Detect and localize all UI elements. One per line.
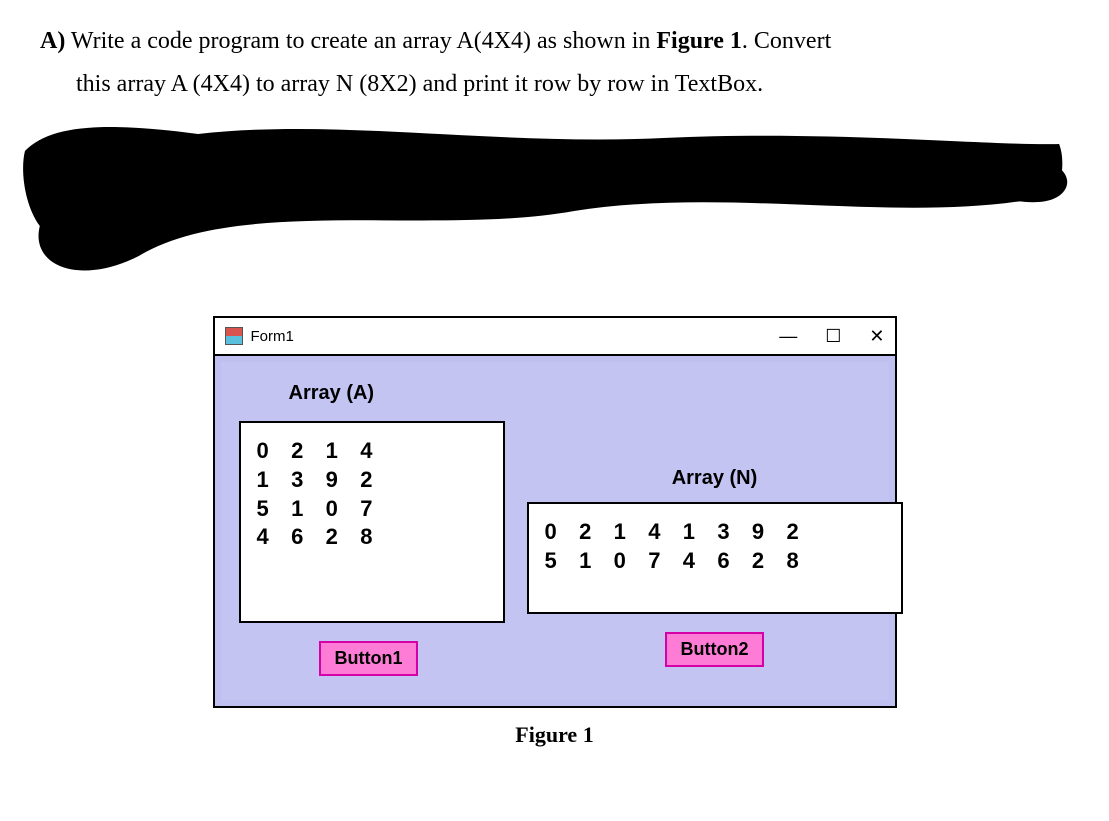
textbox-array-n[interactable]: 0 2 1 4 1 3 9 2 5 1 0 7 4 6 2 8: [527, 502, 903, 614]
question-line1-after: . Convert: [742, 28, 831, 54]
question-text: A) Write a code program to create an arr…: [40, 20, 1069, 106]
array-a-label: Array (A): [289, 382, 871, 405]
question-label: A): [40, 28, 65, 54]
window-title: Form1: [251, 328, 294, 345]
minimize-icon[interactable]: —: [779, 327, 797, 345]
redacted-area: [20, 116, 1069, 286]
question-line1-before: Write a code program to create an array …: [65, 28, 656, 54]
close-icon[interactable]: ✕: [869, 327, 884, 345]
figure-caption: Figure 1: [515, 722, 593, 748]
button-2[interactable]: Button2: [665, 632, 765, 667]
titlebar: Form1 — ☐ ✕: [215, 318, 895, 356]
question-line2: this array A (4X4) to array N (8X2) and …: [76, 63, 1069, 106]
client-area: Array (A) 0 2 1 4 1 3 9 2 5 1 0 7 4 6 2 …: [215, 356, 895, 706]
maximize-icon[interactable]: ☐: [825, 327, 841, 345]
button-1[interactable]: Button1: [319, 641, 419, 676]
figure-reference: Figure 1: [656, 28, 742, 54]
form-window: Form1 — ☐ ✕ Array (A) 0 2 1 4 1 3 9 2 5 …: [213, 316, 897, 708]
app-icon: [225, 327, 243, 345]
textbox-array-a[interactable]: 0 2 1 4 1 3 9 2 5 1 0 7 4 6 2 8: [239, 421, 505, 623]
array-n-label: Array (N): [527, 467, 903, 490]
